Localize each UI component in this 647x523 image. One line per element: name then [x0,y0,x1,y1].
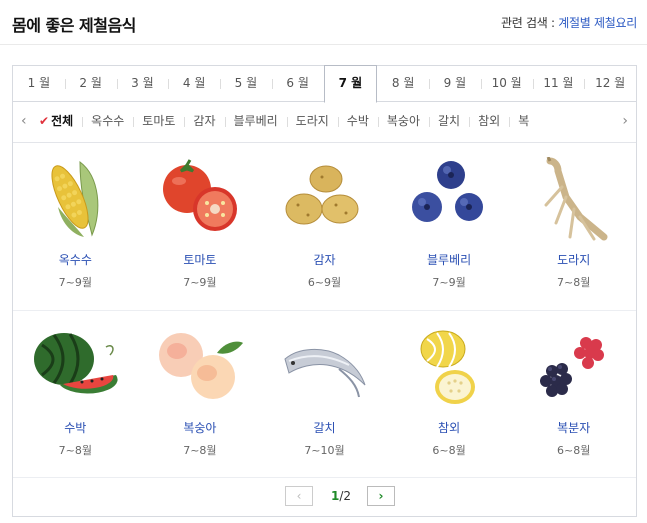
tab-month-9[interactable]: 9 월 [429,66,481,101]
food-name: 도라지 [557,253,591,267]
tab-month-7[interactable]: 7 월 [323,65,378,103]
food-period: 6~8월 [557,444,591,457]
tab-month-4[interactable]: 4 월 [168,66,220,101]
bellflower-root-image [544,157,608,241]
food-card-watermelon[interactable]: 수박 7~8월 [13,311,138,478]
food-filter-list: ✔ 전체 옥수수 토마토 감자 블루베리 도라지 수박 복숭아 갈치 참외 복 [39,101,610,142]
food-period: 7~9월 [183,276,217,289]
food-name: 옥수수 [58,253,92,267]
tab-month-12[interactable]: 12 월 [584,66,636,101]
filter-item-truncated[interactable]: 복 [509,101,538,142]
food-card-potato[interactable]: 감자 6~9월 [262,143,387,310]
related-link-seasonal[interactable]: 계절별 [558,16,591,30]
food-period: 7~8월 [183,444,217,457]
filter-item-korean-melon[interactable]: 참외 [469,101,509,142]
check-icon: ✔ [39,114,50,128]
food-name: 참외 [438,421,461,435]
page-title: 몸에 좋은 제철음식 [12,16,136,35]
filter-item-blueberry[interactable]: 블루베리 [224,101,287,142]
food-name: 블루베리 [426,253,472,267]
total-pages: 2 [343,489,352,503]
prev-page-button[interactable]: ‹ [285,486,313,506]
food-row: 수박 7~8월 복숭아 7~8월 갈치 7~10월 참외 6~8월 복분자 6~… [13,310,636,478]
chevron-right-icon[interactable]: › [622,113,628,129]
food-name: 토마토 [183,253,217,267]
food-card-bellflower-root[interactable]: 도라지 7~8월 [511,143,636,310]
related-search-label: 관련 검색 : [501,16,559,30]
food-name: 수박 [64,421,87,435]
tab-month-2[interactable]: 2 월 [64,66,117,101]
food-card-peach[interactable]: 복숭아 7~8월 [138,311,263,478]
tab-month-8[interactable]: 8 월 [377,66,429,101]
food-period: 7~9월 [58,276,92,289]
pagination: ‹ 1/2 › [13,477,636,508]
filter-item-bellflower-root[interactable]: 도라지 [286,101,338,142]
page-indicator: 1/2 [331,489,351,503]
food-period: 6~9월 [307,276,342,289]
tab-month-11[interactable]: 11 월 [532,66,585,101]
chevron-left-icon[interactable]: ‹ [21,113,27,129]
filter-item-potato[interactable]: 감자 [184,101,224,142]
raspberry-image [539,337,604,397]
seasonal-food-panel: 1 월 2 월 3 월 4 월 5 월 6 월 7 월 8 월 9 월 10 월… [12,65,637,517]
food-name: 복분자 [557,421,591,435]
filter-item-peach[interactable]: 복숭아 [377,101,429,142]
month-tabs: 1 월 2 월 3 월 4 월 5 월 6 월 7 월 8 월 9 월 10 월… [13,65,636,103]
tab-month-1[interactable]: 1 월 [13,66,65,101]
food-name: 복숭아 [183,421,217,435]
next-page-button[interactable]: › [367,486,395,506]
food-period: 7~8월 [58,444,92,457]
related-link-seasonal-recipe[interactable]: 제철요리 [594,16,637,30]
chevron-left-icon: ‹ [296,489,302,503]
food-card-corn[interactable]: 옥수수 7~9월 [13,143,138,310]
filter-item-all[interactable]: ✔ 전체 [39,101,82,142]
tab-month-5[interactable]: 5 월 [220,66,272,101]
peach-image [158,333,243,399]
food-name: 갈치 [313,421,336,435]
filter-item-tomato[interactable]: 토마토 [133,101,184,142]
header: 몸에 좋은 제철음식 관련 검색 : 계절별 제철요리 [0,0,647,45]
potato-image [285,165,359,225]
food-card-korean-melon[interactable]: 참외 6~8월 [387,311,512,478]
food-filter-bar: ‹ ✔ 전체 옥수수 토마토 감자 블루베리 도라지 수박 복숭아 갈치 참외 복 › [13,101,636,143]
tab-month-6[interactable]: 6 월 [271,66,324,101]
watermelon-image [34,333,118,394]
tab-month-3[interactable]: 3 월 [116,66,169,101]
food-period: 7~8월 [557,276,591,289]
blueberry-image [412,161,484,222]
food-card-hairtail[interactable]: 갈치 7~10월 [262,311,387,478]
related-search: 관련 검색 : 계절별 제철요리 [501,14,637,31]
food-row: 옥수수 7~9월 토마토 7~9월 감자 6~9월 블루베리 7~9월 도라지 … [13,143,636,310]
filter-item-hairtail[interactable]: 갈치 [429,101,469,142]
filter-item-label: 전체 [51,114,74,128]
corn-image [51,160,99,237]
korean-melon-image [420,330,476,404]
food-period: 7~10월 [304,444,345,457]
hairtail-fish-image [284,349,366,398]
header-divider [0,44,647,45]
food-card-blueberry[interactable]: 블루베리 7~9월 [387,143,512,310]
food-period: 7~9월 [432,276,466,289]
filter-item-corn[interactable]: 옥수수 [82,101,133,142]
tab-month-10[interactable]: 10 월 [480,66,533,101]
food-period: 6~8월 [432,444,466,457]
food-card-tomato[interactable]: 토마토 7~9월 [138,143,263,310]
chevron-right-icon: › [378,489,384,503]
food-card-raspberry[interactable]: 복분자 6~8월 [511,311,636,478]
tomato-image [162,159,237,231]
food-name: 감자 [313,253,336,267]
filter-item-watermelon[interactable]: 수박 [337,101,378,142]
food-grid: 옥수수 7~9월 토마토 7~9월 감자 6~9월 블루베리 7~9월 도라지 … [13,143,636,478]
